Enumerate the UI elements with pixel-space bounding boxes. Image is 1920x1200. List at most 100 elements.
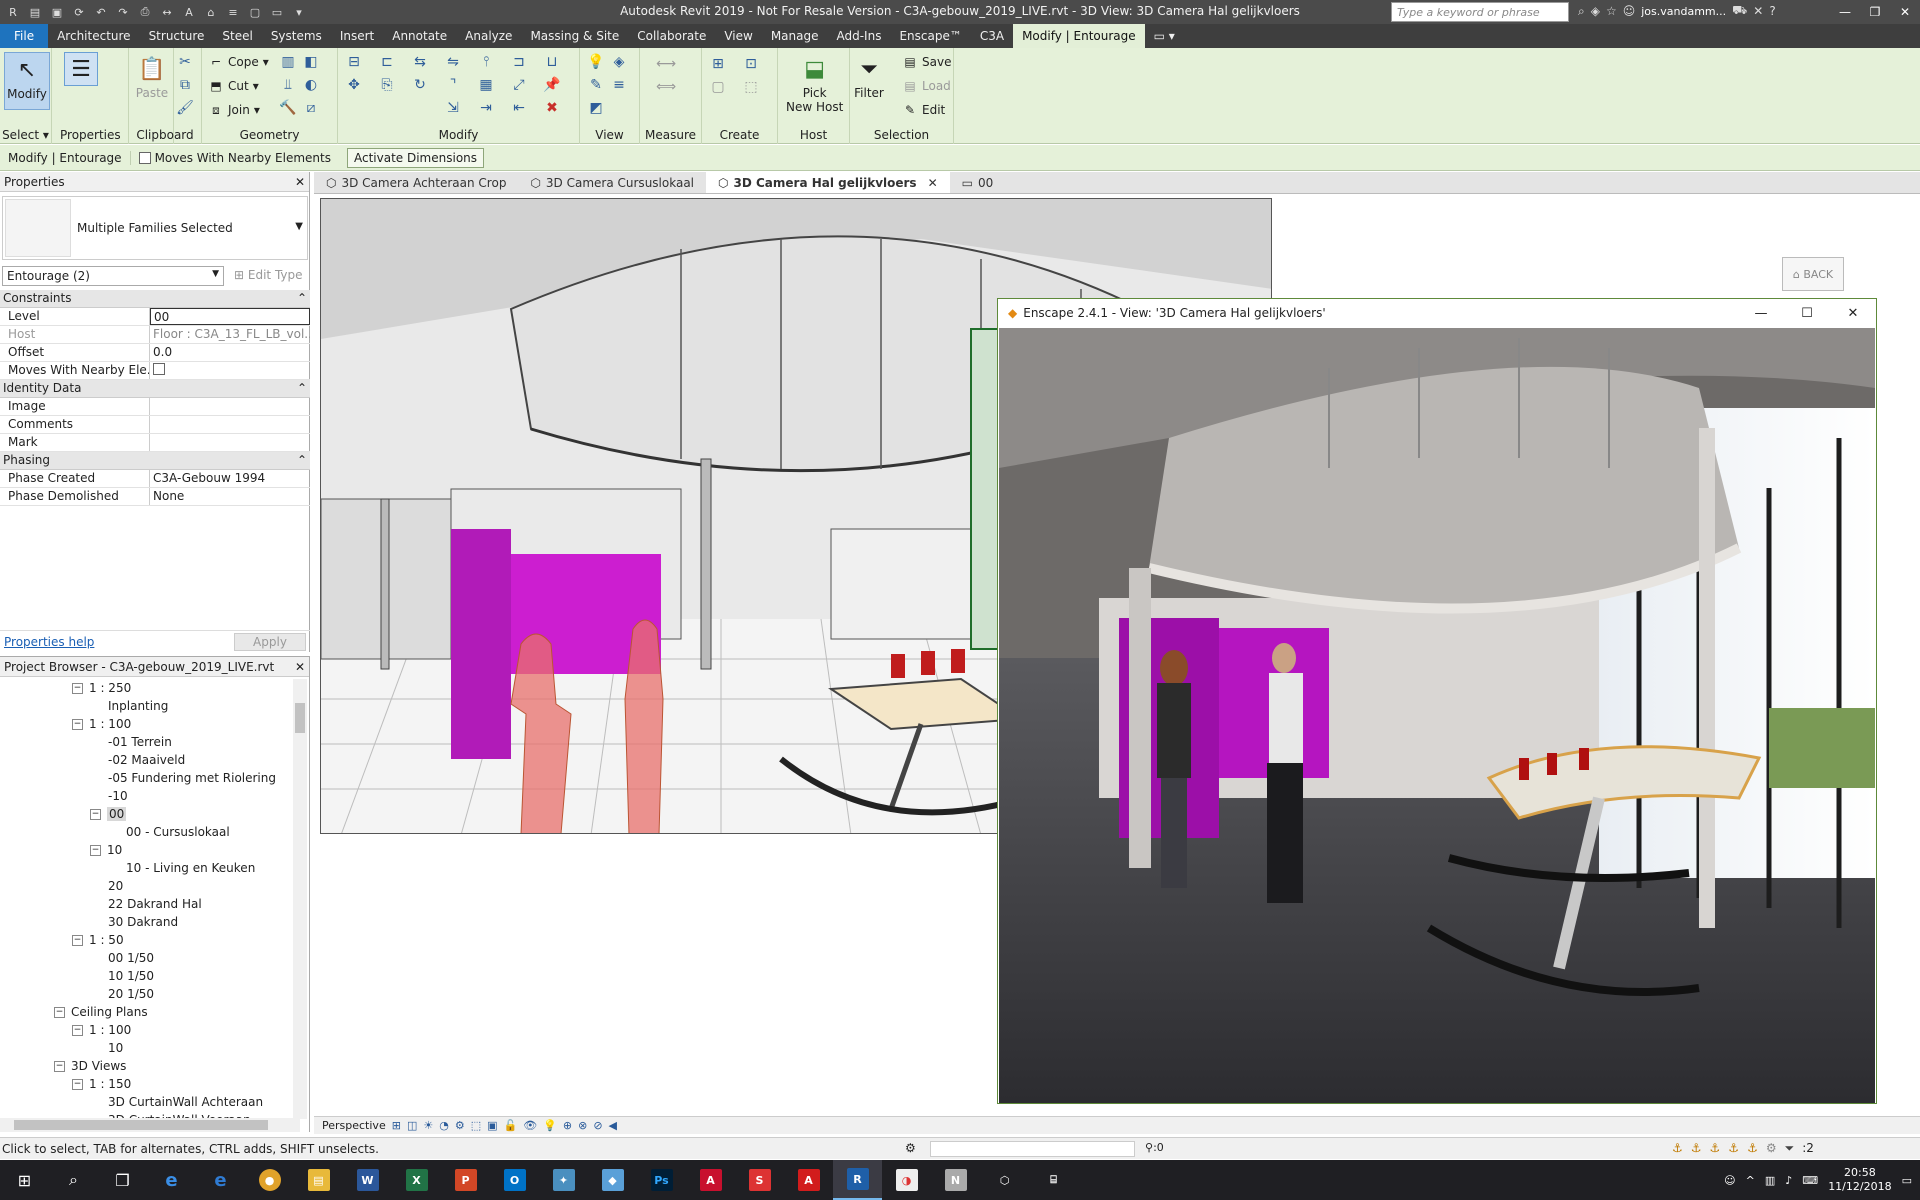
ribbon-tab[interactable]: Modify | Entourage — [1013, 24, 1145, 48]
collapse-icon[interactable]: ⌃ — [297, 381, 307, 396]
graphic-display-icon[interactable]: ◫ — [407, 1119, 417, 1132]
render-icon[interactable]: ⚙ — [455, 1119, 465, 1132]
open-icon[interactable]: ▤ — [26, 3, 44, 21]
binoculars-icon[interactable]: ⌕ — [1578, 4, 1585, 19]
browser-tree-item[interactable]: -10 — [0, 787, 292, 805]
thin-lines-icon[interactable]: ≡ — [224, 3, 242, 21]
hide-icon[interactable]: 💡 — [586, 52, 606, 72]
redo-icon[interactable]: ↷ — [114, 3, 132, 21]
edge-icon[interactable]: e — [147, 1160, 196, 1200]
photoshop-icon[interactable]: Ps — [637, 1160, 686, 1200]
star-icon[interactable]: ☆ — [1606, 4, 1617, 18]
powerpoint-icon[interactable]: P — [441, 1160, 490, 1200]
filter-count-icon[interactable]: ⏷ — [1785, 1141, 1795, 1156]
line-style-icon[interactable]: ≡ — [609, 75, 629, 95]
ribbon-tab[interactable]: Add-Ins — [827, 24, 890, 48]
browser-tree-item[interactable]: −1 : 150 — [0, 1075, 292, 1093]
override-graphics-icon[interactable]: ◈ — [609, 52, 629, 72]
collapse-toggle-icon[interactable]: − — [72, 1024, 83, 1036]
restore-icon[interactable]: ❐ — [1860, 0, 1890, 24]
trim-extend-icon[interactable]: ⌝ — [443, 75, 463, 95]
browser-tree-item[interactable]: −1 : 250 — [0, 679, 292, 697]
ribbon-tab[interactable]: Steel — [213, 24, 261, 48]
collapse-toggle-icon[interactable]: − — [90, 844, 101, 856]
browser-tree-item[interactable]: 00 - Cursuslokaal — [0, 823, 292, 841]
3d-viewer-icon[interactable]: ⬡ — [980, 1160, 1029, 1200]
ribbon-tab[interactable]: File — [0, 24, 49, 48]
unlock-view-icon[interactable]: 🔓 — [504, 1119, 518, 1132]
create-parts-icon[interactable]: ⊡ — [741, 54, 761, 74]
property-section-header[interactable]: Phasing ⌃ — [0, 452, 310, 470]
browser-tree-item[interactable]: 10 — [0, 1039, 292, 1057]
browser-tree-item[interactable]: 10 - Living en Keuken — [0, 859, 292, 877]
split-icon[interactable]: ⫯ — [476, 52, 496, 72]
extend-icon[interactable]: ⊔ — [542, 52, 562, 72]
unjoin-icon[interactable]: ⧄ — [301, 98, 321, 118]
cart-icon[interactable]: ⛟ — [1732, 3, 1747, 19]
array-icon[interactable]: ▦ — [476, 75, 496, 95]
reveal-hidden-icon[interactable]: 💡 — [543, 1119, 557, 1132]
property-value[interactable]: Floor : C3A_13_FL_LB_vol... — [150, 326, 310, 343]
offset-icon[interactable]: ⊏ — [377, 52, 397, 72]
view-filter-icon[interactable]: ◩ — [586, 98, 606, 118]
demolish-icon[interactable]: 🔨 — [278, 98, 298, 118]
ribbon-tab[interactable]: Enscape™ — [890, 24, 970, 48]
unpin-icon[interactable]: ⇲ — [443, 98, 463, 118]
sync-icon[interactable]: ⟳ — [70, 3, 88, 21]
paint-3d-icon[interactable]: ◆ — [588, 1160, 637, 1200]
volume-icon[interactable]: ♪ — [1785, 1174, 1792, 1187]
ribbon-tab[interactable]: Architecture — [48, 24, 139, 48]
background-processes-icon[interactable]: ⚙ — [1766, 1141, 1777, 1156]
help-icon[interactable]: ? — [1769, 4, 1775, 18]
cut-clipboard-icon[interactable]: ✂ — [175, 52, 195, 72]
internet-explorer-icon[interactable]: e — [196, 1160, 245, 1200]
browser-tree-item[interactable]: 20 — [0, 877, 292, 895]
property-value[interactable]: C3A-Gebouw 1994 — [150, 470, 310, 487]
select-underlay-icon[interactable]: ⚓ — [1691, 1141, 1702, 1156]
browser-tree-item[interactable]: −00 — [0, 805, 292, 823]
ribbon-tab[interactable]: Insert — [331, 24, 383, 48]
modify-button[interactable]: ↖ Modify — [4, 52, 50, 110]
chrome-icon[interactable]: ● — [245, 1160, 294, 1200]
ribbon-tab[interactable]: View — [715, 24, 761, 48]
enscape-render-view[interactable] — [999, 328, 1875, 1103]
edit-type-button[interactable]: ⊞ Edit Type — [230, 266, 308, 286]
browser-tree-item[interactable]: -01 Terrein — [0, 733, 292, 751]
ribbon-tab[interactable]: C3A — [971, 24, 1013, 48]
analytical-model-icon[interactable]: ⊗ — [578, 1119, 587, 1132]
split-face-icon[interactable]: ◧ — [301, 52, 321, 72]
collapse-toggle-icon[interactable]: − — [72, 934, 83, 946]
visual-style-icon[interactable]: ⊞ — [392, 1119, 401, 1132]
close-tab-icon[interactable]: ✕ — [928, 176, 938, 190]
word-icon[interactable]: W — [343, 1160, 392, 1200]
filter-button[interactable]: ⏷ Filter — [852, 52, 886, 101]
network-icon[interactable]: ▥ — [1765, 1174, 1775, 1187]
collapse-toggle-icon[interactable]: − — [54, 1006, 65, 1018]
ribbon-tab[interactable]: Manage — [762, 24, 828, 48]
viewcube[interactable]: ⌂ BACK — [1782, 257, 1844, 291]
mirror-pick-axis-icon[interactable]: ⇆ — [410, 52, 430, 72]
scroll-thumb[interactable] — [295, 703, 305, 733]
collapse-toggle-icon[interactable]: − — [54, 1060, 65, 1072]
property-value[interactable]: 00 — [150, 308, 310, 325]
highlight-displacement-icon[interactable]: ⊘ — [593, 1119, 602, 1132]
ribbon-tab[interactable]: Structure — [140, 24, 214, 48]
copy-icon[interactable]: ⧉ — [175, 75, 195, 95]
text-icon[interactable]: A — [180, 3, 198, 21]
minimize-icon[interactable]: — — [1830, 0, 1860, 24]
create-similar-icon[interactable]: ⬚ — [741, 77, 761, 97]
close-icon[interactable]: ✕ — [1890, 0, 1920, 24]
paste-button[interactable]: 📋 Paste — [135, 52, 169, 101]
create-assembly-icon[interactable]: ⊞ — [708, 54, 728, 74]
cope-button[interactable]: ⌐ Cope ▾ — [208, 54, 269, 70]
collapse-toggle-icon[interactable]: − — [90, 808, 101, 820]
measure-icon[interactable]: ↔ — [158, 3, 176, 21]
property-value[interactable]: 0.0 — [150, 344, 310, 361]
save-icon[interactable]: ▣ — [48, 3, 66, 21]
tool-icon[interactable]: ✦ — [539, 1160, 588, 1200]
scale-icon[interactable]: ⤢ — [509, 75, 529, 95]
split-gap-icon[interactable]: ⇥ — [476, 98, 496, 118]
pin-icon[interactable]: 📌 — [542, 75, 562, 95]
browser-tree-item[interactable]: −1 : 50 — [0, 931, 292, 949]
property-value[interactable]: None — [150, 488, 310, 505]
